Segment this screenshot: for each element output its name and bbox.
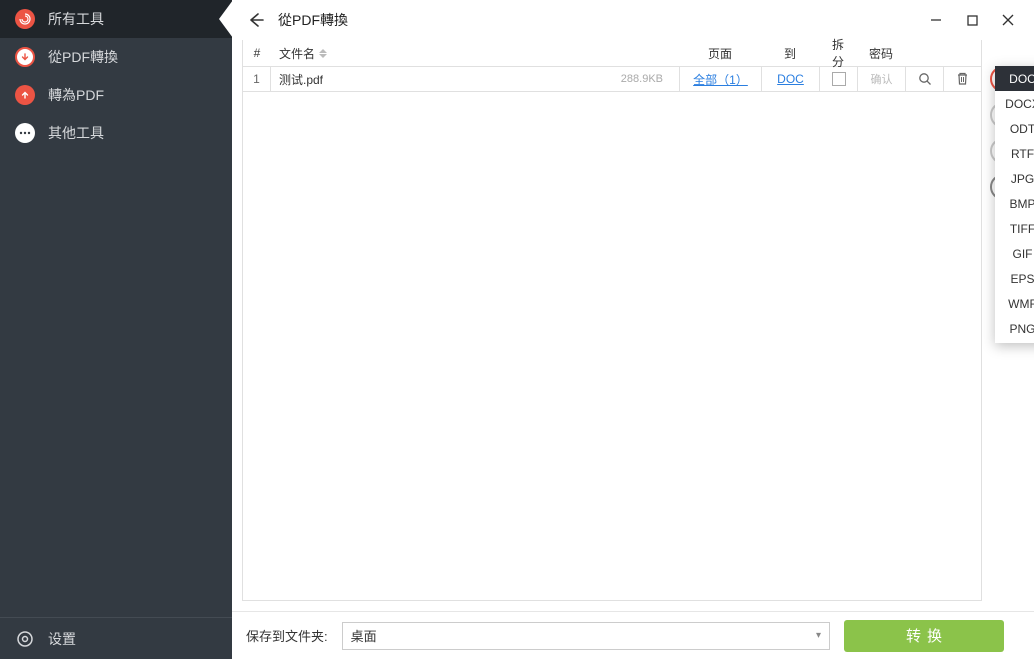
sidebar-item-from-pdf[interactable]: 從PDF轉換: [0, 38, 232, 76]
gear-icon: [14, 628, 36, 650]
footer: 保存到文件夹: 桌面 ▾ 转换: [232, 611, 1034, 659]
table-header: # 文件名 页面 到 拆分 密码: [243, 40, 981, 66]
col-index: #: [243, 46, 271, 60]
table-row[interactable]: 1 测试.pdf 288.9KB 全部（1） DOC 确认: [243, 66, 981, 92]
checkbox-icon: [832, 72, 846, 86]
search-icon: [918, 72, 932, 86]
col-split: 拆分: [819, 36, 857, 70]
sidebar-item-other-tools[interactable]: 其他工具: [0, 114, 232, 152]
dropdown-item-rtf[interactable]: RTF: [995, 141, 1034, 166]
dots-circle-icon: [14, 122, 36, 144]
sidebar-item-label: 所有工具: [48, 9, 104, 29]
cell-page[interactable]: 全部（1）: [679, 67, 761, 91]
dropdown-item-png[interactable]: PNG: [995, 316, 1034, 341]
caret-down-icon: ▾: [816, 630, 821, 641]
dropdown-item-doc[interactable]: DOC: [995, 66, 1034, 91]
save-folder-select[interactable]: 桌面 ▾: [342, 622, 830, 650]
format-dropdown: DOC DOCX ODT RTF JPG BMP TIFF GIF EPS WM…: [995, 66, 1034, 343]
convert-button[interactable]: 转换: [844, 620, 1004, 652]
swirl-icon: [14, 8, 36, 30]
file-table: # 文件名 页面 到 拆分 密码 1 测试.pdf 2: [242, 40, 982, 601]
sidebar-item-label: 其他工具: [48, 123, 104, 143]
save-to-label: 保存到文件夹:: [246, 626, 328, 645]
dropdown-item-gif[interactable]: GIF: [995, 241, 1034, 266]
dropdown-item-tiff[interactable]: TIFF: [995, 216, 1034, 241]
dropdown-item-eps[interactable]: EPS: [995, 266, 1034, 291]
arrow-down-circle-icon: [14, 46, 36, 68]
main: 從PDF轉換 # 文件名 页面: [232, 0, 1034, 659]
sidebar: 所有工具 從PDF轉換 轉為PDF 其他工具 设置: [0, 0, 232, 659]
cell-format-select[interactable]: DOC: [761, 67, 819, 91]
dropdown-item-odt[interactable]: ODT: [995, 116, 1034, 141]
minimize-button[interactable]: [918, 5, 954, 35]
filename-text: 测试.pdf: [279, 71, 621, 88]
trash-icon: [956, 72, 969, 86]
sidebar-item-to-pdf[interactable]: 轉為PDF: [0, 76, 232, 114]
cell-filename: 测试.pdf 288.9KB: [271, 71, 679, 88]
dropdown-item-bmp[interactable]: BMP: [995, 191, 1034, 216]
back-button[interactable]: [246, 10, 266, 30]
titlebar: 從PDF轉換: [232, 0, 1034, 40]
sidebar-item-label: 從PDF轉換: [48, 47, 118, 67]
page-title: 從PDF轉換: [278, 10, 348, 30]
close-button[interactable]: [990, 5, 1026, 35]
dropdown-item-wmf[interactable]: WMF: [995, 291, 1034, 316]
col-page: 页面: [679, 45, 761, 62]
save-folder-value: 桌面: [351, 626, 377, 645]
col-to: 到: [761, 45, 819, 62]
cell-index: 1: [243, 67, 271, 91]
arrow-up-circle-icon: [14, 84, 36, 106]
cell-preview[interactable]: [905, 67, 943, 91]
cell-split[interactable]: [819, 67, 857, 91]
maximize-button[interactable]: [954, 5, 990, 35]
cell-delete[interactable]: [943, 67, 981, 91]
dropdown-item-docx[interactable]: DOCX: [995, 91, 1034, 116]
settings-label: 设置: [48, 629, 76, 649]
sidebar-item-label: 轉為PDF: [48, 85, 104, 105]
sidebar-item-all-tools[interactable]: 所有工具: [0, 0, 232, 38]
col-filename[interactable]: 文件名: [271, 45, 679, 62]
col-password: 密码: [857, 45, 905, 62]
dropdown-item-jpg[interactable]: JPG: [995, 166, 1034, 191]
sidebar-settings[interactable]: 设置: [0, 617, 232, 659]
cell-password[interactable]: 确认: [857, 67, 905, 91]
filesize-text: 288.9KB: [621, 73, 671, 85]
col-filename-label: 文件名: [279, 45, 315, 62]
sort-icon: [319, 47, 327, 59]
